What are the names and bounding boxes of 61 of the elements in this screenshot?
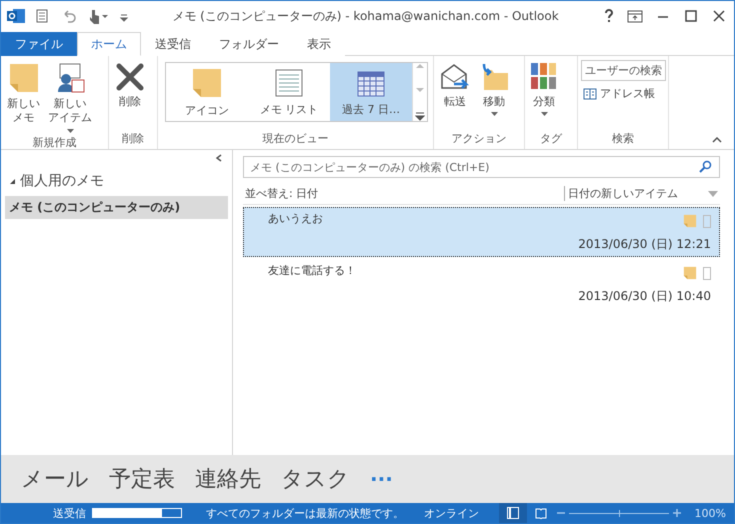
search-field[interactable]: メモ (このコンピューターのみ) の検索 (Ctrl+E) (243, 156, 720, 178)
note-title: あいうえお (268, 211, 324, 227)
connection-status: オンライン (424, 506, 479, 520)
dropdown-caret-icon (540, 112, 548, 116)
navigation-item[interactable]: メール (21, 464, 89, 494)
group-label: 現在のビュー (262, 131, 330, 147)
ribbon-tab[interactable]: ホーム (77, 32, 141, 56)
normal-view-button[interactable] (499, 503, 527, 523)
sort-order[interactable]: 日付の新しいアイテム (564, 186, 708, 201)
normal-view-icon (507, 507, 519, 519)
navigation-item[interactable]: タスク (281, 464, 350, 494)
help-icon[interactable] (602, 8, 616, 24)
view-option[interactable]: 過去 7 日… (330, 63, 412, 121)
ribbon-display-icon[interactable] (626, 8, 644, 24)
outlook-logo-icon (7, 8, 25, 24)
group-label: アクション (450, 131, 508, 147)
sticky-note-icon (8, 62, 40, 94)
window-title: メモ (このコンピューターのみ) - kohama@wanichan.com - Outlook (171, 8, 560, 24)
group-label: 検索 (611, 131, 635, 147)
delete-icon (115, 62, 145, 92)
book-icon (535, 507, 547, 519)
address-book-button[interactable]: アドレス帳 (581, 84, 666, 103)
note-item[interactable]: あいうえお 2013/06/30 (日) 12:21 (243, 207, 720, 257)
group-label: 新規作成 (32, 134, 78, 151)
status-message: すべてのフォルダーは最新の状態です。 (206, 506, 404, 520)
folder-group-header[interactable]: 個人用のメモ (1, 162, 232, 196)
collapse-ribbon-icon[interactable] (712, 137, 722, 143)
group-label: 削除 (121, 131, 145, 147)
group-label: タグ (539, 131, 564, 147)
address-book-icon (583, 88, 597, 100)
sticky-note-icon (683, 266, 697, 280)
gallery-expand-icon[interactable] (415, 111, 425, 121)
ribbon-button[interactable]: 転送 (437, 60, 473, 112)
note-date: 2013/06/30 (日) 10:40 (578, 288, 711, 305)
zoom-in-icon[interactable] (672, 509, 681, 517)
sort-label[interactable]: 並べ替え: 日付 (245, 186, 318, 201)
expand-triangle-icon (9, 178, 16, 184)
sticky-note-icon (191, 66, 223, 98)
dropdown-caret-icon (66, 128, 74, 133)
search-people-button[interactable]: ユーザーの検索 (581, 60, 666, 81)
envelope-arrow-icon (440, 62, 470, 92)
note-title: 友達に電話する！ (268, 263, 357, 279)
ribbon-button[interactable]: 新しい アイテム (45, 60, 95, 135)
file-tab[interactable]: ファイル (1, 32, 77, 56)
navigation-item[interactable]: 予定表 (109, 464, 175, 494)
color-grid-icon (531, 62, 557, 92)
dropdown-caret-icon (490, 112, 498, 116)
note-date: 2013/06/30 (日) 12:21 (578, 236, 711, 253)
search-icon[interactable] (699, 160, 712, 173)
ribbon-button[interactable]: 移動 (475, 60, 513, 118)
sticky-note-icon (683, 214, 697, 228)
ribbon-button[interactable]: 分類 (528, 60, 560, 118)
touch-mode-icon[interactable] (87, 8, 109, 24)
sync-label: 送受信 (53, 506, 86, 520)
zoom-level: 100% (694, 506, 726, 520)
folder-item[interactable]: メモ (このコンピューターのみ) (5, 196, 228, 219)
ribbon-button[interactable]: 新しい メモ (4, 60, 43, 128)
navigation-item[interactable]: 連絡先 (195, 464, 261, 494)
collapse-pane-icon[interactable] (216, 154, 222, 162)
list-view-icon (274, 68, 304, 98)
ribbon-button[interactable]: 削除 (112, 60, 148, 112)
